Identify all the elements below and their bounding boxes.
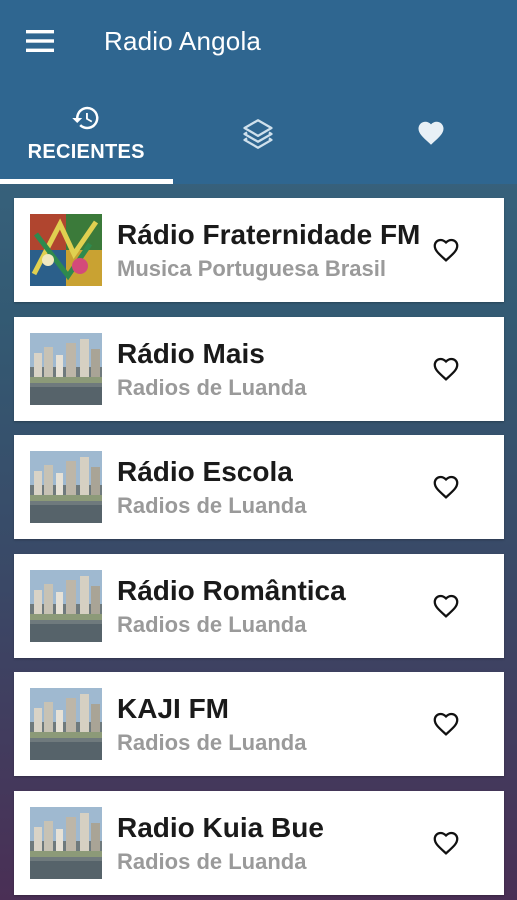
favorite-heart-outline-icon[interactable] xyxy=(430,235,462,265)
hamburger-menu-icon xyxy=(26,30,54,52)
layers-icon xyxy=(243,119,274,149)
app-title: Radio Angola xyxy=(104,25,262,56)
station-card[interactable]: Rádio Romântica Radios de Luanda xyxy=(14,553,504,658)
favorite-heart-outline-icon[interactable] xyxy=(430,709,462,739)
station-thumbnail xyxy=(30,214,102,286)
station-card[interactable]: Rádio Escola Radios de Luanda xyxy=(14,435,504,540)
favorite-heart-outline-icon[interactable] xyxy=(430,591,462,621)
tab-favorites[interactable] xyxy=(345,82,517,184)
menu-button[interactable] xyxy=(0,0,80,82)
station-thumbnail xyxy=(30,332,102,405)
station-card[interactable]: Rádio Fraternidade FM Musica Portuguesa … xyxy=(14,198,504,302)
tab-categories[interactable] xyxy=(172,82,344,184)
favorite-heart-outline-icon[interactable] xyxy=(430,354,462,384)
tab-bar: RECIENTES xyxy=(0,82,517,184)
station-thumbnail xyxy=(30,688,102,761)
active-tab-indicator xyxy=(0,179,173,184)
history-icon xyxy=(72,106,99,129)
station-card[interactable]: Radio Kuia Bue Radios de Luanda xyxy=(14,790,504,895)
station-card[interactable]: Rádio Mais Radios de Luanda xyxy=(14,316,504,421)
favorite-heart-outline-icon[interactable] xyxy=(430,472,462,502)
app-bar: Radio Angola xyxy=(0,0,517,82)
favorite-heart-outline-icon[interactable] xyxy=(430,828,462,858)
station-list: Rádio Fraternidade FM Musica Portuguesa … xyxy=(14,198,504,900)
tab-recientes[interactable]: RECIENTES xyxy=(0,82,173,184)
station-thumbnail xyxy=(30,806,102,879)
tab-recientes-label: RECIENTES xyxy=(27,140,145,163)
station-thumbnail xyxy=(30,451,102,524)
station-card[interactable]: KAJI FM Radios de Luanda xyxy=(14,672,504,777)
station-thumbnail xyxy=(30,569,102,642)
heart-icon xyxy=(418,121,444,145)
